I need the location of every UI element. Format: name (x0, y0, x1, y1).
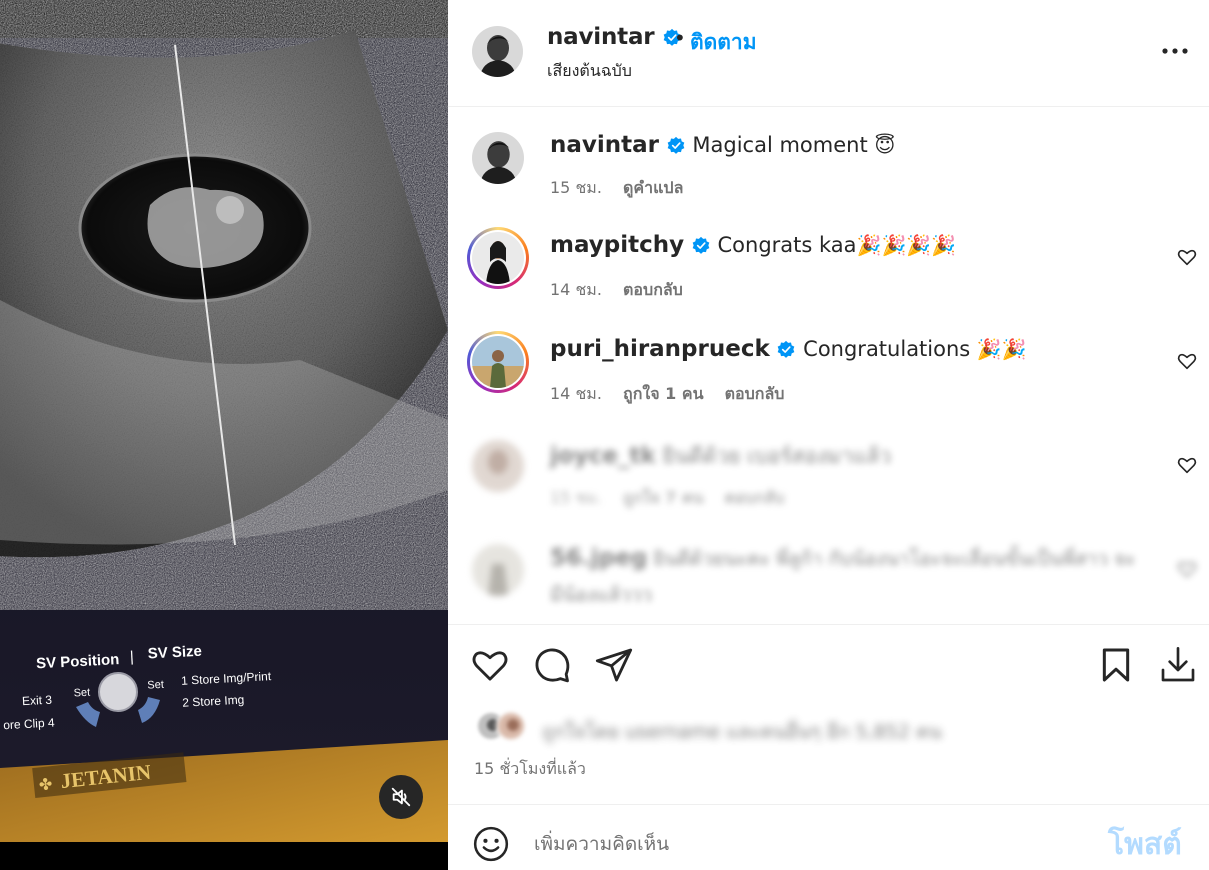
comment-text: Congrats kaa (717, 233, 857, 257)
comment-text-continued: มีน้องแล้ววว (550, 584, 653, 606)
caption-meta: 15 ชม. ดูคำแปล (550, 176, 699, 201)
reply-button[interactable]: ตอบกลับ (725, 488, 785, 507)
caption-emoji: 😇 (874, 133, 896, 157)
comment-meta: 15 ชม. ถูกใจ 7 คน ตอบกลับ (550, 486, 800, 511)
liked-by-row[interactable]: ถูกใจโดย username และคนอื่นๆ อีก 5,852 ค… (472, 711, 1032, 747)
comment-time[interactable]: 14 ชม. (550, 384, 602, 403)
reply-button[interactable]: ตอบกลับ (725, 384, 785, 403)
overlay-set-right: Set (147, 679, 164, 692)
ultrasound-image: SV Position | SV Size Exit 3 ore Clip 4 … (0, 0, 448, 870)
header-separator-dot: • (674, 26, 686, 50)
overlay-exit: Exit 3 (22, 693, 53, 709)
liker-avatar (496, 711, 526, 741)
verified-badge-icon (778, 340, 795, 358)
comment-meta: 14 ชม. ตอบกลับ (550, 278, 699, 303)
paper-plane-icon[interactable] (594, 645, 634, 685)
smiley-icon[interactable] (472, 825, 510, 863)
overlay-set-left: Set (73, 687, 90, 700)
comment-likes[interactable]: ถูกใจ 1 คน (623, 384, 703, 403)
mute-button[interactable] (379, 775, 423, 819)
heart-icon[interactable] (1176, 350, 1198, 372)
reply-button[interactable]: ตอบกลับ (623, 280, 683, 299)
comment-likes[interactable]: ถูกใจ 7 คน (623, 488, 703, 507)
post-media-video[interactable]: SV Position | SV Size Exit 3 ore Clip 4 … (0, 0, 448, 870)
comment-icon[interactable] (532, 645, 572, 685)
comment-time[interactable]: 14 ชม. (550, 280, 602, 299)
overlay-store-clip: ore Clip 4 (3, 716, 55, 733)
caption-avatar[interactable] (472, 132, 524, 184)
commenter-avatar[interactable] (472, 440, 524, 492)
post-details-panel: navintar • ติดตาม เสียงต้นฉบับ navintar (448, 0, 1209, 870)
heart-icon[interactable] (1176, 246, 1198, 268)
heart-icon[interactable] (1176, 558, 1198, 580)
comment-text: ยินดีด้วย เบอร์สองมาแล้ว (662, 444, 892, 468)
follow-button[interactable]: ติดตาม (690, 26, 757, 59)
comment-input[interactable] (534, 825, 1094, 863)
commenter-avatar[interactable] (472, 336, 524, 388)
author-avatar[interactable] (472, 26, 523, 77)
comment-username[interactable]: 56.jpeg (550, 545, 647, 571)
comment-text: Congratulations (803, 337, 971, 361)
speaker-muted-icon (391, 787, 411, 807)
more-horizontal-icon[interactable] (1159, 38, 1191, 64)
comment-emoji: 🎉🎉🎉🎉 (856, 233, 957, 257)
comment-username[interactable]: maypitchy (550, 232, 684, 258)
bookmark-icon[interactable] (1096, 645, 1136, 685)
caption-time[interactable]: 15 ชม. (550, 178, 602, 197)
post-actions-bar: ถูกใจโดย username และคนอื่นๆ อีก 5,852 ค… (448, 624, 1209, 804)
liked-by-text[interactable]: ถูกใจโดย username และคนอื่นๆ อีก 5,852 ค… (542, 717, 942, 747)
svg-text:✤: ✤ (38, 774, 53, 794)
add-comment-bar: โพสต์ (448, 804, 1209, 870)
verified-badge-icon (667, 136, 685, 154)
overlay-sv-size: SV Size (147, 643, 202, 663)
post-header: navintar • ติดตาม เสียงต้นฉบับ (448, 0, 1209, 107)
comment-username[interactable]: puri_hiranprueck (550, 336, 770, 362)
comment-username[interactable]: joyce_tk (550, 443, 656, 469)
comment-meta: 14 ชม. ถูกใจ 1 คน ตอบกลับ (550, 382, 800, 407)
comment-emoji: 🎉🎉 (976, 337, 1027, 361)
caption-username[interactable]: navintar (550, 132, 659, 158)
commenter-avatar[interactable] (472, 544, 524, 596)
commenter-avatar[interactable] (472, 232, 524, 284)
caption-text: Magical moment (692, 133, 868, 157)
heart-icon[interactable] (470, 645, 510, 685)
heart-icon[interactable] (1176, 454, 1198, 476)
comment-time[interactable]: 15 ชม. (550, 488, 602, 507)
post-comment-button[interactable]: โพสต์ (1108, 821, 1182, 868)
author-username[interactable]: navintar (547, 24, 682, 50)
download-icon[interactable] (1158, 645, 1198, 685)
comment-text: ยินดีด้วยนะคะ พี่ลูก้า กับน้องนาโอะจะเลื… (653, 548, 1136, 570)
post-time-ago[interactable]: 15 ชั่วโมงที่แล้ว (474, 757, 586, 782)
verified-badge-icon (692, 236, 710, 254)
see-translation-link[interactable]: ดูคำแปล (623, 178, 683, 197)
original-audio-link[interactable]: เสียงต้นฉบับ (547, 59, 632, 84)
